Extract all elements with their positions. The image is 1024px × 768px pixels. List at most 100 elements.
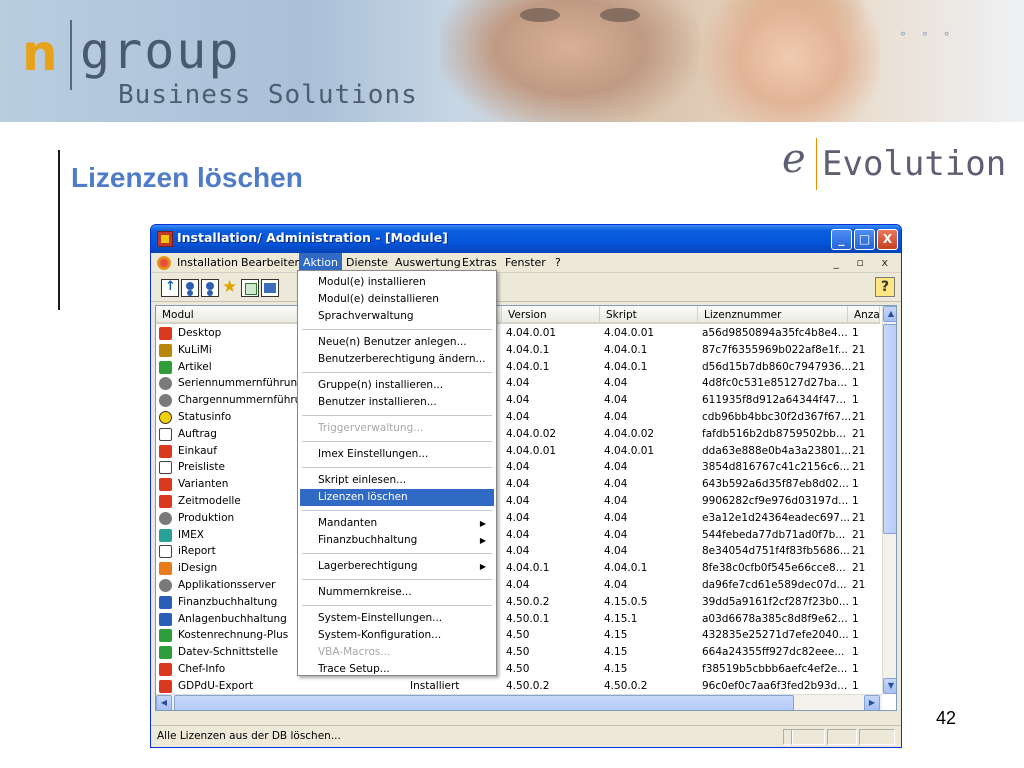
table-row[interactable]: Einkauf 4.04.0.01 4.04.0.01 dda63e888e0b4a3… xyxy=(156,443,880,460)
table-row[interactable]: GDPdU-Export Installiert 4.50.0.2 4.50.0.2 9… xyxy=(156,678,880,695)
evolution-logo-divider xyxy=(816,138,817,190)
menu-item[interactable]: Benutzerberechtigung ändern... xyxy=(300,351,494,368)
cell-version: 4.04 xyxy=(506,528,530,541)
menu-item-label: Triggerverwaltung... xyxy=(318,422,424,434)
table-row[interactable]: IMEX 4.04 4.04 544febeda77db71ad0f7b... 21 xyxy=(156,527,880,544)
menu-fenster[interactable]: Fenster xyxy=(501,253,550,273)
window-titlebar[interactable]: Installation/ Administration - [Module] … xyxy=(151,225,901,253)
cell-anzahl: 1 xyxy=(852,595,859,608)
mdi-window-controls[interactable]: _ ▫ x xyxy=(834,253,895,273)
maximize-button[interactable]: □ xyxy=(854,229,875,250)
menu-item[interactable]: Neue(n) Benutzer anlegen... xyxy=(300,334,494,351)
table-row[interactable]: Artikel 4.04.0.1 4.04.0.1 d56d15b7db860c794… xyxy=(156,359,880,376)
table-row[interactable]: Seriennummernführung 4.04 4.04 4d8fc0c531e8… xyxy=(156,375,880,392)
table-row[interactable]: Chargennummernführung 4.04 4.04 611935f8d91… xyxy=(156,392,880,409)
refresh-icon[interactable] xyxy=(241,279,259,297)
image-icon[interactable] xyxy=(261,279,279,297)
vertical-scroll-thumb[interactable] xyxy=(883,324,896,534)
table-row[interactable]: Chef-Info 4.50 4.15 f38519b5cbbb6aefc4ef2e.… xyxy=(156,661,880,678)
menu-item[interactable]: Triggerverwaltung... xyxy=(300,420,494,437)
menu-item[interactable]: Imex Einstellungen... xyxy=(300,446,494,463)
table-row[interactable]: KuLiMi 4.04.0.1 4.04.0.1 87c7f6355969b022af… xyxy=(156,342,880,359)
cell-skript: 4.04 xyxy=(604,410,628,423)
table-row[interactable]: Finanzbuchhaltung 4.50.0.2 4.15.0.5 39dd5a9… xyxy=(156,594,880,611)
column-header-skript[interactable]: Skript xyxy=(600,306,698,324)
star-icon[interactable] xyxy=(221,277,239,297)
table-row[interactable]: Statusinfo 4.04 4.04 cdb96bb4bbc30f2d367f67… xyxy=(156,409,880,426)
cell-skript: 4.04 xyxy=(604,377,628,390)
table-row[interactable]: Auftrag 4.04.0.02 4.04.0.02 fafdb516b2db875… xyxy=(156,426,880,443)
horizontal-scrollbar[interactable]: ◀ ▶ xyxy=(156,694,882,710)
cell-anzahl: 1 xyxy=(852,478,859,491)
cell-anzahl: 21 xyxy=(852,360,866,373)
submenu-arrow-icon: ▶ xyxy=(479,519,486,528)
cell-skript: 4.04.0.1 xyxy=(604,562,648,575)
menu-item[interactable]: Skript einlesen... xyxy=(300,472,494,489)
menu-item[interactable]: Benutzer installieren... xyxy=(300,394,494,411)
menu-item-label: Benutzerberechtigung ändern... xyxy=(318,353,486,365)
menu-separator xyxy=(302,510,492,511)
column-header-anzahl[interactable]: Anzal xyxy=(848,306,880,324)
header-banner: ° ° ° n group Business Solutions xyxy=(0,0,1024,122)
table-row[interactable]: Zeitmodelle 4.04 4.04 9906282cf9e976d03197d… xyxy=(156,493,880,510)
scroll-left-icon[interactable]: ◀ xyxy=(156,695,172,710)
table-row[interactable]: Produktion 4.04 4.04 e3a12e1d24364eadec697.… xyxy=(156,510,880,527)
table-row[interactable]: Applikationsserver 4.04 4.04 da96fe7cd61e58… xyxy=(156,577,880,594)
user-icon[interactable] xyxy=(181,279,199,297)
menu-installation[interactable]: Installation xyxy=(173,253,242,273)
menu-item[interactable]: Sprachverwaltung xyxy=(300,308,494,325)
table-row[interactable]: Datev-Schnittstelle 4.50 4.15 664a24355ff92… xyxy=(156,644,880,661)
cell-lizenznummer: a03d6678a385c8d8f9e62... xyxy=(702,612,848,625)
menu-item[interactable]: Gruppe(n) installieren... xyxy=(300,377,494,394)
app-icon[interactable] xyxy=(157,231,173,247)
menu-item[interactable]: Lagerberechtigung ▶ xyxy=(300,558,494,575)
menu-item[interactable]: Modul(e) deinstallieren xyxy=(300,291,494,308)
table-row[interactable]: Anlagenbuchhaltung 4.50.0.1 4.15.1 a03d6678… xyxy=(156,611,880,628)
table-row[interactable]: iDesign 4.04.0.1 4.04.0.1 8fe38c0cfb0f545e6… xyxy=(156,560,880,577)
module-grid: Modul Version Skript Lizenznummer Anzal … xyxy=(155,305,897,711)
column-header-lizenznummer[interactable]: Lizenznummer xyxy=(698,306,848,324)
title-divider xyxy=(58,150,60,310)
menu-item[interactable]: Nummernkreise... xyxy=(300,584,494,601)
table-row[interactable]: Desktop 4.04.0.01 4.04.0.01 a56d9850894a35f… xyxy=(156,325,880,342)
minimize-button[interactable]: _ xyxy=(831,229,852,250)
cell-version: 4.04.0.1 xyxy=(506,562,550,575)
table-row[interactable]: Varianten 4.04 4.04 643b592a6d35f87eb8d02..… xyxy=(156,476,880,493)
menu-item[interactable]: Mandanten ▶ xyxy=(300,515,494,532)
cell-anzahl: 1 xyxy=(852,394,859,407)
table-row[interactable]: Kostenrechnung-Plus 4.50 4.15 432835e25271d… xyxy=(156,627,880,644)
table-row[interactable]: iReport 4.04 4.04 8e34054d751f4f83fb5686...… xyxy=(156,543,880,560)
cell-anzahl: 21 xyxy=(852,461,866,474)
menu-help[interactable]: ? xyxy=(551,253,565,273)
menu-item[interactable]: System-Einstellungen... xyxy=(300,610,494,627)
cell-anzahl: 1 xyxy=(852,662,859,675)
cell-anzahl: 21 xyxy=(852,410,866,423)
menu-item-label: Trace Setup... xyxy=(318,663,390,675)
scroll-down-icon[interactable]: ▼ xyxy=(883,678,896,694)
scroll-right-icon[interactable]: ▶ xyxy=(864,695,880,710)
horizontal-scroll-thumb[interactable] xyxy=(174,695,794,710)
menu-item[interactable]: Trace Setup... xyxy=(300,661,494,678)
menu-item[interactable]: Lizenzen löschen xyxy=(300,489,494,506)
vertical-scrollbar[interactable]: ▲ ▼ xyxy=(882,306,896,694)
menu-bearbeiten[interactable]: Bearbeiten xyxy=(237,253,305,273)
upload-arrow-icon[interactable] xyxy=(161,279,179,297)
menu-item[interactable]: VBA-Macros... xyxy=(300,644,494,661)
cell-skript: 4.15 xyxy=(604,662,628,675)
cell-skript: 4.04 xyxy=(604,494,628,507)
menu-item[interactable]: Modul(e) installieren xyxy=(300,274,494,291)
close-button[interactable]: X xyxy=(877,229,898,250)
menu-app-icon[interactable] xyxy=(157,256,171,270)
user-group-icon[interactable] xyxy=(201,279,219,297)
cell-lizenznummer: dda63e888e0b4a3a23801... xyxy=(702,444,850,457)
scroll-up-icon[interactable]: ▲ xyxy=(883,306,896,322)
column-header-version[interactable]: Version xyxy=(502,306,600,324)
menu-item-label: VBA-Macros... xyxy=(318,646,391,658)
cell-lizenznummer: e3a12e1d24364eadec697... xyxy=(702,511,850,524)
cell-skript: 4.04.0.1 xyxy=(604,360,648,373)
table-row[interactable]: Preisliste 4.04 4.04 3854d816767c41c2156c6.… xyxy=(156,459,880,476)
cell-anzahl: 1 xyxy=(852,679,859,692)
help-button[interactable]: ? xyxy=(875,277,895,297)
menu-item[interactable]: System-Konfiguration... xyxy=(300,627,494,644)
menu-item[interactable]: Finanzbuchhaltung ▶ xyxy=(300,532,494,549)
